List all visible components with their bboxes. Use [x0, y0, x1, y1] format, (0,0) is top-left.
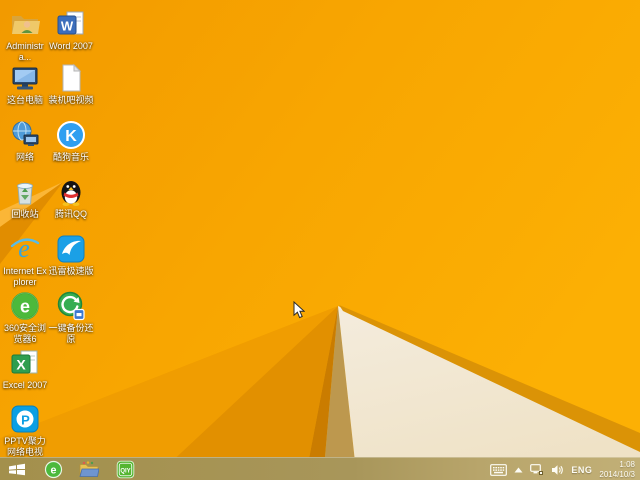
- desktop-icon-label: Administra...: [6, 41, 44, 62]
- desktop-icon-label: 这台电脑: [6, 95, 43, 105]
- desktop-icon-label: Internet Explorer: [3, 266, 47, 287]
- desktop-icon-label: 腾讯QQ: [54, 209, 87, 219]
- touch-keyboard-icon[interactable]: [490, 463, 508, 476]
- desktop-icon-tencent-qq[interactable]: 腾讯QQ: [48, 176, 94, 220]
- pptv-icon: P: [11, 405, 39, 433]
- desktop-icon-label: 一键备份还原: [48, 323, 94, 344]
- start-icon: [9, 463, 25, 475]
- iqiyi-icon: QIY: [116, 460, 134, 478]
- file-explorer-icon: [79, 460, 99, 477]
- system-tray: ENG 1:08 2014/10/3: [490, 458, 637, 480]
- desktop-icon-internet-explorer[interactable]: e Internet Explorer: [2, 233, 48, 288]
- desktop-icon-label: 迅雷极速版: [48, 266, 94, 276]
- internet-explorer-icon: e: [10, 234, 40, 263]
- desktop-icon-this-pc[interactable]: 这台电脑: [2, 62, 48, 106]
- svg-text:e: e: [50, 464, 56, 476]
- network-icon: [12, 121, 39, 146]
- svg-text:X: X: [16, 357, 26, 373]
- qq-icon: [61, 181, 81, 206]
- 360-browser-icon: e: [44, 460, 62, 478]
- taskbar-360-browser-button[interactable]: e: [38, 458, 68, 480]
- desktop-icon-label: PPTV聚力 网络电视: [4, 436, 46, 457]
- svg-text:e: e: [18, 234, 30, 263]
- thunder-icon: [57, 235, 85, 263]
- svg-text:e: e: [20, 297, 30, 317]
- desktop-icon-administrator-folder[interactable]: Administra...: [2, 8, 48, 63]
- desktop-icon-label: 酷狗音乐: [52, 152, 89, 162]
- clock-time: 1:08: [619, 460, 635, 469]
- 360-browser-icon: e: [11, 292, 39, 320]
- desktop-icon-pptv[interactable]: P PPTV聚力 网络电视: [2, 403, 48, 458]
- desktop-icon-backup-restore[interactable]: 一键备份还原: [48, 290, 94, 345]
- taskbar: e QIY ENG 1:08 2014/10/3: [0, 457, 640, 480]
- desktop-icon-label: Excel 2007: [2, 380, 48, 390]
- desktop-icon-network[interactable]: 网络: [2, 119, 48, 163]
- desktop-icon-video-document[interactable]: 装机吧视频: [48, 62, 94, 106]
- desktop-icon-recycle-bin[interactable]: 回收站: [2, 176, 48, 220]
- desktop-icon-label: 装机吧视频: [48, 95, 94, 105]
- taskbar-iqiyi-button[interactable]: QIY: [110, 458, 140, 480]
- desktop-icon-word-2007[interactable]: W Word 2007: [48, 8, 94, 52]
- desktop-icon-label: 360安全浏览器6: [3, 323, 47, 344]
- word-icon: W: [57, 11, 84, 35]
- desktop-icon-thunder[interactable]: 迅雷极速版: [48, 233, 94, 277]
- language-indicator[interactable]: ENG: [571, 465, 592, 475]
- this-pc-icon: [12, 67, 38, 90]
- clock-date: 2014/10/3: [599, 469, 635, 479]
- clock[interactable]: 1:08 2014/10/3: [599, 460, 637, 479]
- chevron-up-icon[interactable]: [514, 467, 523, 473]
- svg-text:K: K: [65, 128, 77, 145]
- desktop-icon-label: 网络: [15, 152, 34, 162]
- network-status-icon[interactable]: [530, 463, 544, 476]
- desktop-icon-kugou-music[interactable]: K 酷狗音乐: [48, 119, 94, 163]
- text-document-icon: [62, 63, 82, 92]
- wallpaper: [0, 0, 640, 480]
- desktop-icon-label: Word 2007: [49, 41, 93, 51]
- recycle-bin-icon: [17, 182, 33, 205]
- svg-text:P: P: [21, 413, 30, 428]
- backup-restore-icon: [57, 291, 85, 321]
- desktop-icon-excel-2007[interactable]: X Excel 2007: [2, 347, 48, 391]
- user-folder-icon: [12, 16, 40, 34]
- taskbar-file-explorer-button[interactable]: [74, 458, 104, 480]
- kugou-music-icon: K: [57, 121, 85, 149]
- speaker-icon[interactable]: [551, 464, 564, 476]
- desktop: Administra... 这台电脑 网络 回收站 e Internet Exp…: [0, 0, 640, 480]
- svg-text:QIY: QIY: [120, 468, 130, 474]
- desktop-icon-label: 回收站: [11, 209, 39, 219]
- svg-text:W: W: [61, 19, 74, 34]
- desktop-icon-360-browser[interactable]: e 360安全浏览器6: [2, 290, 48, 345]
- start-button[interactable]: [2, 458, 32, 480]
- excel-icon: X: [11, 350, 38, 374]
